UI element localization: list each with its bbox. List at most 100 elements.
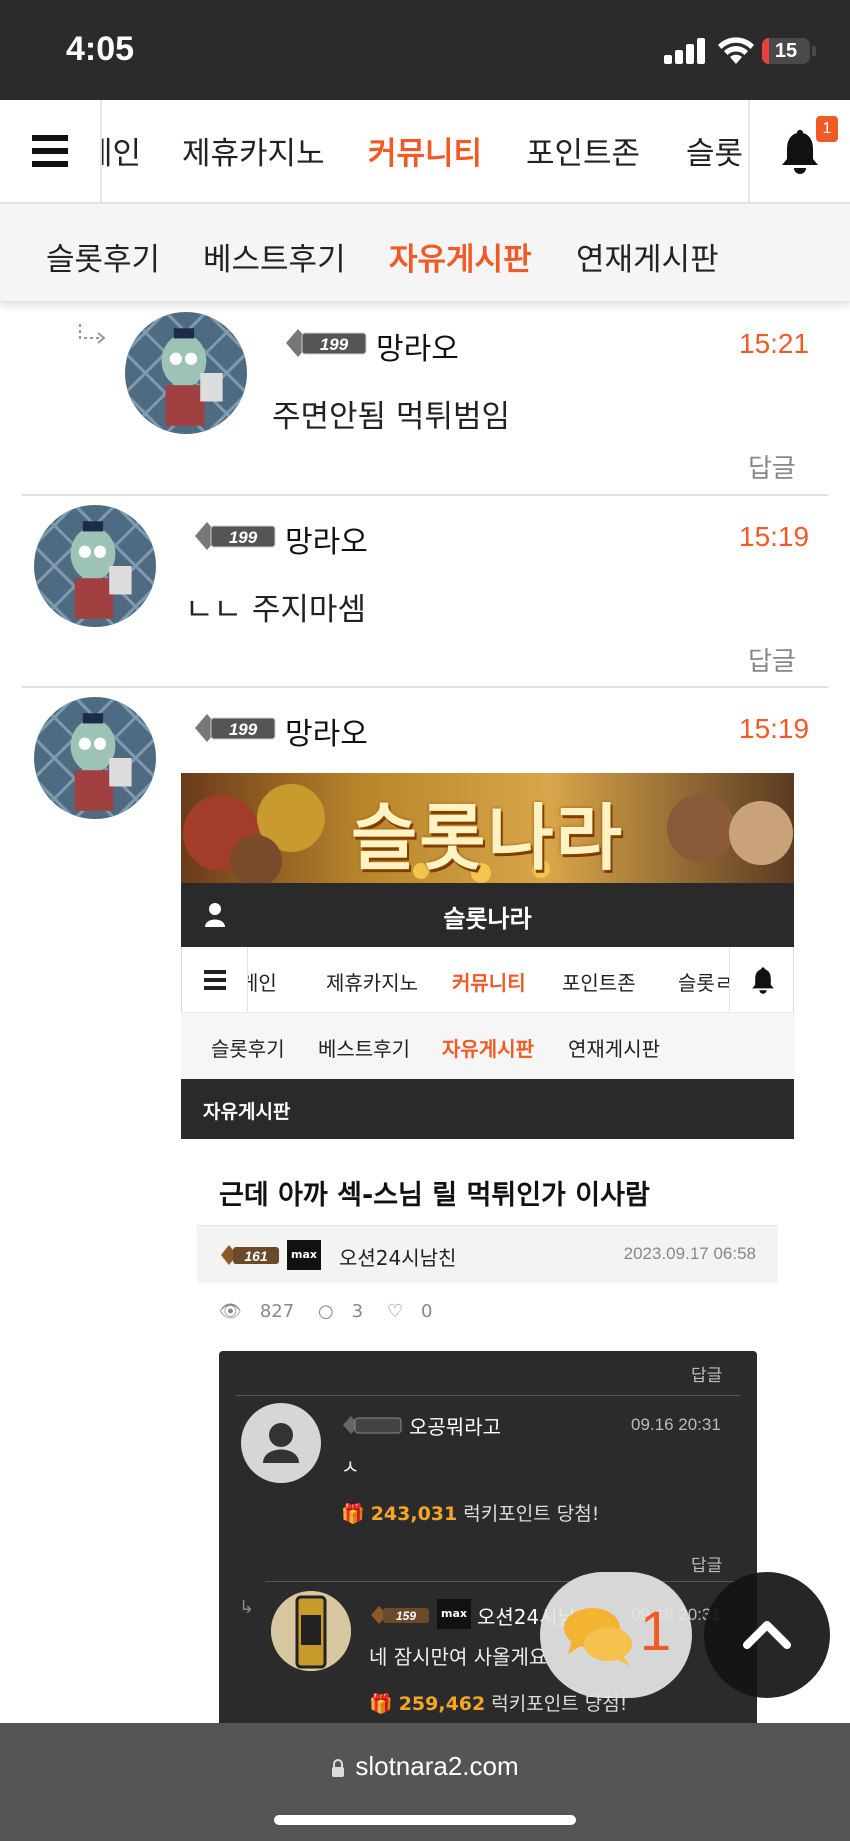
sub-item-serial-board[interactable]: 연재게시판	[576, 234, 719, 279]
comment-time: 15:21	[739, 328, 810, 359]
embedded-post-meta: 161 max 오션24시남친 2023.09.17 06:58	[197, 1225, 778, 1283]
battery-icon: 15	[762, 38, 810, 64]
reply-button[interactable]: 답글	[748, 641, 796, 678]
nav-item-slot[interactable]: 슬롯	[686, 128, 743, 173]
point-suffix: 럭키포인트 당첨!	[463, 1503, 600, 1525]
comment-nickname[interactable]: 망라오	[285, 517, 368, 561]
sub-item-slot-review[interactable]: 슬롯후기	[46, 234, 160, 279]
embedded-top-nav: 게인 제휴카지노 커뮤니티 포인트존 슬롯ㄹ	[181, 947, 794, 1013]
avatar[interactable]	[34, 697, 156, 819]
level-number: 161	[244, 1248, 268, 1264]
default-avatar-icon	[241, 1403, 321, 1483]
embedded-nav-scroll: 게인 제휴카지노 커뮤니티 포인트존 슬롯ㄹ	[248, 947, 729, 1013]
battery-tip	[812, 46, 816, 56]
gift-icon: 🎁	[369, 1693, 399, 1715]
divider	[265, 1581, 741, 1582]
menu-icon	[182, 947, 248, 1013]
avatar[interactable]	[125, 312, 247, 434]
embedded-stats: 👁 827 ○ 3 ♡ 0	[219, 1301, 450, 1322]
eye-icon: 👁	[219, 1301, 242, 1322]
embedded-sub-item: 자유게시판	[442, 1037, 534, 1061]
status-bar: 4:05 15	[0, 0, 850, 100]
embedded-lucky-point: 🎁 243,031 럭키포인트 당첨!	[341, 1499, 599, 1526]
nav-item-partner-casino[interactable]: 제휴카지노	[182, 128, 325, 173]
point-amount: 243,031	[370, 1503, 458, 1525]
level-badge-icon: 199	[286, 329, 367, 357]
embedded-post-title: 근데 아까 섹-스님 릴 먹튀인가 이사람	[219, 1180, 650, 1211]
comment-time: 15:19	[739, 713, 810, 744]
divider	[22, 494, 828, 496]
reply-button[interactable]: 답글	[748, 448, 796, 485]
home-indicator[interactable]	[274, 1815, 576, 1825]
embedded-author: 오션24시남친	[339, 1246, 457, 1270]
embedded-reply-label: 답글	[691, 1556, 723, 1576]
level-badge-icon	[343, 1416, 402, 1434]
view-count: 827	[259, 1301, 295, 1322]
sub-item-free-board[interactable]: 자유게시판	[389, 234, 532, 279]
nav-item-game[interactable]: 게인	[102, 128, 141, 173]
embedded-comment-date: 09.16 20:31	[631, 1415, 721, 1434]
embedded-notification	[729, 947, 794, 1013]
comment-nickname[interactable]: 망라오	[285, 709, 368, 753]
like-count: 0	[421, 1301, 433, 1322]
comment-nickname[interactable]: 망라오	[376, 324, 459, 368]
level-number: 199	[229, 720, 258, 739]
embedded-nav-item: 제휴카지노	[326, 971, 418, 995]
gift-icon: 🎁	[341, 1503, 371, 1525]
embedded-nav-item: 포인트존	[562, 971, 636, 995]
nav-scroll[interactable]: 게인 제휴카지노 커뮤니티 포인트존 슬롯	[102, 100, 748, 202]
avatar[interactable]	[34, 505, 156, 627]
avatar	[271, 1591, 351, 1671]
point-amount: 259,462	[398, 1693, 486, 1715]
max-tag-icon: max	[437, 1599, 471, 1629]
sub-nav: 슬롯후기 베스트후기 자유게시판 연재게시판	[0, 204, 850, 302]
embedded-comment-text: 네 잠시만여 사올게요	[369, 1645, 548, 1669]
bell-icon	[782, 130, 818, 174]
notification-badge: 1	[816, 116, 838, 142]
comment-icon: ○	[317, 1301, 334, 1322]
reply-arrow-icon	[79, 324, 106, 344]
like-icon: ♡	[386, 1301, 403, 1322]
top-nav: 게인 제휴카지노 커뮤니티 포인트존 슬롯	[0, 100, 850, 204]
chat-button[interactable]: 1	[540, 1572, 692, 1698]
level-number: 159	[396, 1609, 416, 1623]
nav-item-point-zone[interactable]: 포인트존	[526, 128, 640, 173]
embedded-sub-nav: 슬롯후기 베스트후기 자유게시판 연재게시판	[181, 1013, 794, 1079]
battery-level: 15	[774, 40, 798, 62]
level-badge-icon: 199	[195, 714, 276, 742]
sub-item-best-review[interactable]: 베스트후기	[203, 234, 346, 279]
level-number: 199	[229, 528, 258, 547]
chat-count: 1	[640, 1599, 672, 1662]
banner-title: 슬롯나라	[351, 796, 624, 880]
chat-bubbles-icon	[564, 1608, 632, 1666]
embedded-site-title: 슬롯나라	[443, 905, 532, 933]
nav-item-community[interactable]: 커뮤니티	[368, 128, 482, 173]
embedded-nav-item: 게인	[248, 971, 277, 995]
signal-icon	[664, 38, 706, 64]
address-bar[interactable]: slotnara2.com	[0, 1751, 850, 1782]
level-badge-icon: 159	[371, 1606, 429, 1624]
comment-text: ㄴㄴ 주지마셈	[185, 592, 366, 628]
level-badge-icon: 199	[195, 522, 276, 550]
embedded-date: 2023.09.17 06:58	[623, 1244, 756, 1263]
browser-bar: slotnara2.com	[0, 1723, 850, 1841]
embedded-comment-text: ㅅ	[341, 1455, 360, 1479]
embedded-header: 슬롯나라	[181, 883, 794, 947]
status-time: 4:05	[66, 30, 135, 68]
scroll-top-button[interactable]	[704, 1572, 830, 1698]
embedded-sub-item: 연재게시판	[568, 1037, 660, 1061]
embedded-board-title: 자유게시판	[203, 1101, 291, 1123]
divider	[22, 686, 828, 688]
lock-icon	[331, 1753, 345, 1777]
menu-icon[interactable]	[0, 100, 102, 202]
comment-text: 주면안됨 먹튀범임	[272, 399, 511, 435]
url-text: slotnara2.com	[355, 1751, 519, 1781]
wifi-icon	[718, 37, 754, 64]
embedded-board-bar: 자유게시판	[181, 1079, 794, 1139]
chevron-up-icon	[743, 1621, 791, 1649]
comment-attached-image[interactable]: 슬롯나라 슬롯나라 게인 제휴카지노 커뮤니티 포인트존 슬롯ㄹ 슬롯후기 베스…	[181, 773, 794, 1723]
bell-icon	[752, 967, 774, 994]
level-badge-icon: 161	[221, 1245, 279, 1265]
embedded-nav-item: 커뮤니티	[452, 971, 526, 995]
comment-count: 3	[351, 1301, 364, 1322]
